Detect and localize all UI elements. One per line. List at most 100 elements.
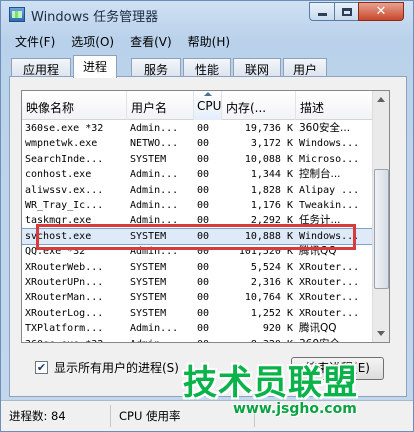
- user-name-cell: Admin...: [130, 246, 179, 258]
- user-name-cell: Admin...: [130, 184, 179, 196]
- image-name-cell: wmpnetwk.exe: [25, 138, 98, 150]
- minimize-button[interactable]: [309, 2, 335, 21]
- scroll-down-button[interactable]: [374, 325, 389, 341]
- memory-cell: 2,316 K: [250, 277, 293, 288]
- image-name-cell: TXPlatform...: [25, 323, 104, 335]
- process-row[interactable]: 360se.exe *32Admin...008,320 K360安全...: [22, 337, 374, 342]
- user-name-cell: SYSTEM: [130, 277, 167, 288]
- cpu-cell: 00: [197, 246, 210, 258]
- column-user-name[interactable]: 用户名: [127, 91, 194, 120]
- menu-help[interactable]: 帮助(H): [182, 31, 236, 51]
- memory-cell: 8,320 K: [222, 337, 296, 342]
- minimize-icon: [317, 13, 327, 16]
- user-name-cell: Admin...: [127, 337, 194, 342]
- description-cell: XRouter...: [299, 261, 360, 273]
- vertical-scrollbar[interactable]: [372, 91, 389, 342]
- column-image-name[interactable]: 映像名称: [22, 91, 127, 120]
- process-row[interactable]: conhost.exe Admin... 00 1,344 K 控制台...: [22, 167, 374, 182]
- task-manager-icon: [9, 7, 25, 22]
- cpu-cell: 00: [197, 184, 210, 196]
- description-cell: XRouter...: [299, 292, 360, 304]
- close-icon: ✕: [375, 4, 387, 19]
- user-name-cell: Admin...: [130, 215, 179, 227]
- process-row[interactable]: 360se.exe *32 Admin... 00 19,736 K 360安全...: [22, 121, 374, 136]
- description-cell: Alipay ...: [299, 184, 360, 196]
- checkmark-icon: ✔: [36, 361, 47, 374]
- menu-options[interactable]: 选项(O): [65, 31, 120, 51]
- cpu-cell: 00: [197, 153, 210, 165]
- column-memory[interactable]: 内存(...: [222, 91, 296, 120]
- status-bar: 进程数: 84 CPU 使用率: [1, 400, 413, 431]
- user-name-cell: Admin...: [130, 123, 179, 134]
- tab-networking[interactable]: 联网: [233, 58, 281, 77]
- tab-processes[interactable]: 进程: [73, 55, 117, 78]
- image-name-cell: XRouterUPn...: [25, 277, 104, 288]
- memory-cell: 101,520 K: [238, 246, 293, 258]
- tab-performance[interactable]: 性能: [183, 58, 231, 77]
- cpu-cell: 00: [197, 169, 210, 181]
- end-process-button[interactable]: 结束进程(E): [291, 357, 384, 380]
- column-cpu[interactable]: CPU: [194, 91, 222, 120]
- user-name-cell: Admin...: [130, 200, 179, 211]
- menu-bar: 文件(F) 选项(O) 查看(V) 帮助(H): [9, 31, 240, 51]
- scroll-up-button[interactable]: [374, 92, 389, 108]
- memory-cell: 10,888 K: [244, 230, 293, 242]
- show-all-users-option[interactable]: ✔ 显示所有用户的进程(S): [35, 359, 179, 376]
- description-cell: Microso...: [299, 153, 360, 165]
- column-cpu-label: CPU: [197, 99, 222, 113]
- image-name-cell: 360se.exe *32: [25, 123, 104, 134]
- memory-cell: 10,088 K: [244, 153, 293, 165]
- process-row[interactable]: XRouterLog... SYSTEM 00 1,252 K XRouter...: [22, 306, 374, 321]
- description-cell: 360安全...: [299, 122, 351, 134]
- process-row[interactable]: SearchInde... SYSTEM 00 10,088 K Microso...: [22, 152, 374, 167]
- image-name-cell: taskmgr.exe: [25, 215, 92, 227]
- column-description[interactable]: 描述: [296, 91, 374, 120]
- scrollbar-thumb[interactable]: [374, 169, 389, 289]
- process-list[interactable]: 映像名称 用户名 CPU 内存(... 描述 360se.exe *32 Admi…: [21, 90, 390, 343]
- process-row[interactable]: XRouterWeb... SYSTEM 00 5,524 K XRouter...: [22, 260, 374, 275]
- cpu-cell: 00: [197, 307, 210, 319]
- description-cell: 腾讯QQ: [299, 322, 337, 335]
- cpu-cell: 00: [197, 292, 210, 304]
- title-bar: Windows 任务管理器 ✕: [1, 1, 413, 29]
- memory-cell: 2,292 K: [250, 215, 293, 227]
- tab-services[interactable]: 服务: [131, 58, 181, 77]
- image-name-cell: 360se.exe *32: [22, 337, 127, 342]
- user-name-cell: SYSTEM: [130, 307, 167, 319]
- process-row[interactable]: TXPlatform... Admin... 00 920 K 腾讯QQ: [22, 321, 374, 336]
- process-row[interactable]: QQ.exe *32 Admin... 00 101,520 K 腾讯QQ: [22, 244, 374, 259]
- process-row[interactable]: WR_Tray_Ic... Admin... 00 1,176 K Tweakin...: [22, 198, 374, 213]
- menu-view[interactable]: 查看(V): [124, 31, 178, 51]
- maximize-button[interactable]: [334, 2, 359, 21]
- process-row[interactable]: taskmgr.exe Admin... 00 2,292 K 任务计...: [22, 213, 374, 228]
- image-name-cell: SearchInde...: [25, 153, 104, 165]
- maximize-icon: [341, 7, 352, 16]
- close-button[interactable]: ✕: [358, 2, 404, 21]
- process-row[interactable]: wmpnetwk.exe NETWO... 00 3,172 K Windows...: [22, 136, 374, 151]
- user-name-cell: SYSTEM: [130, 230, 167, 242]
- image-name-cell: WR_Tray_Ic...: [25, 200, 104, 211]
- process-row[interactable]: svchost.exe SYSTEM 00 10,888 K Windows...: [22, 227, 375, 246]
- status-cpu-usage: CPU 使用率: [115, 405, 255, 427]
- task-manager-window: Windows 任务管理器 ✕ 文件(F) 选项(O) 查看(V) 帮助(H) …: [0, 0, 414, 432]
- memory-cell: 1,252 K: [250, 307, 293, 319]
- description-cell: XRouter...: [299, 277, 360, 288]
- scroll-up-icon: [377, 97, 385, 102]
- process-row[interactable]: XRouterMan... SYSTEM 00 10,764 K XRouter...: [22, 290, 374, 305]
- process-list-header: 映像名称 用户名 CPU 内存(... 描述: [22, 91, 374, 120]
- tab-applications[interactable]: 应用程序: [11, 58, 71, 94]
- status-process-count: 进程数: 84: [5, 405, 111, 427]
- show-all-users-checkbox[interactable]: ✔: [35, 361, 48, 374]
- memory-cell: 920 K: [262, 323, 293, 335]
- tab-users[interactable]: 用户: [283, 58, 327, 77]
- menu-file[interactable]: 文件(F): [9, 31, 61, 51]
- process-row[interactable]: aliwssv.ex... Admin... 00 1,828 K Alipay ...: [22, 183, 374, 198]
- memory-cell: 19,736 K: [244, 123, 293, 134]
- user-name-cell: SYSTEM: [130, 261, 167, 273]
- description-cell: XRouter...: [299, 307, 360, 319]
- image-name-cell: conhost.exe: [25, 169, 92, 181]
- scroll-down-icon: [377, 331, 385, 336]
- image-name-cell: QQ.exe *32: [25, 246, 86, 258]
- cpu-cell: 00: [194, 337, 222, 342]
- process-row[interactable]: XRouterUPn... SYSTEM 00 2,316 K XRouter...: [22, 275, 374, 290]
